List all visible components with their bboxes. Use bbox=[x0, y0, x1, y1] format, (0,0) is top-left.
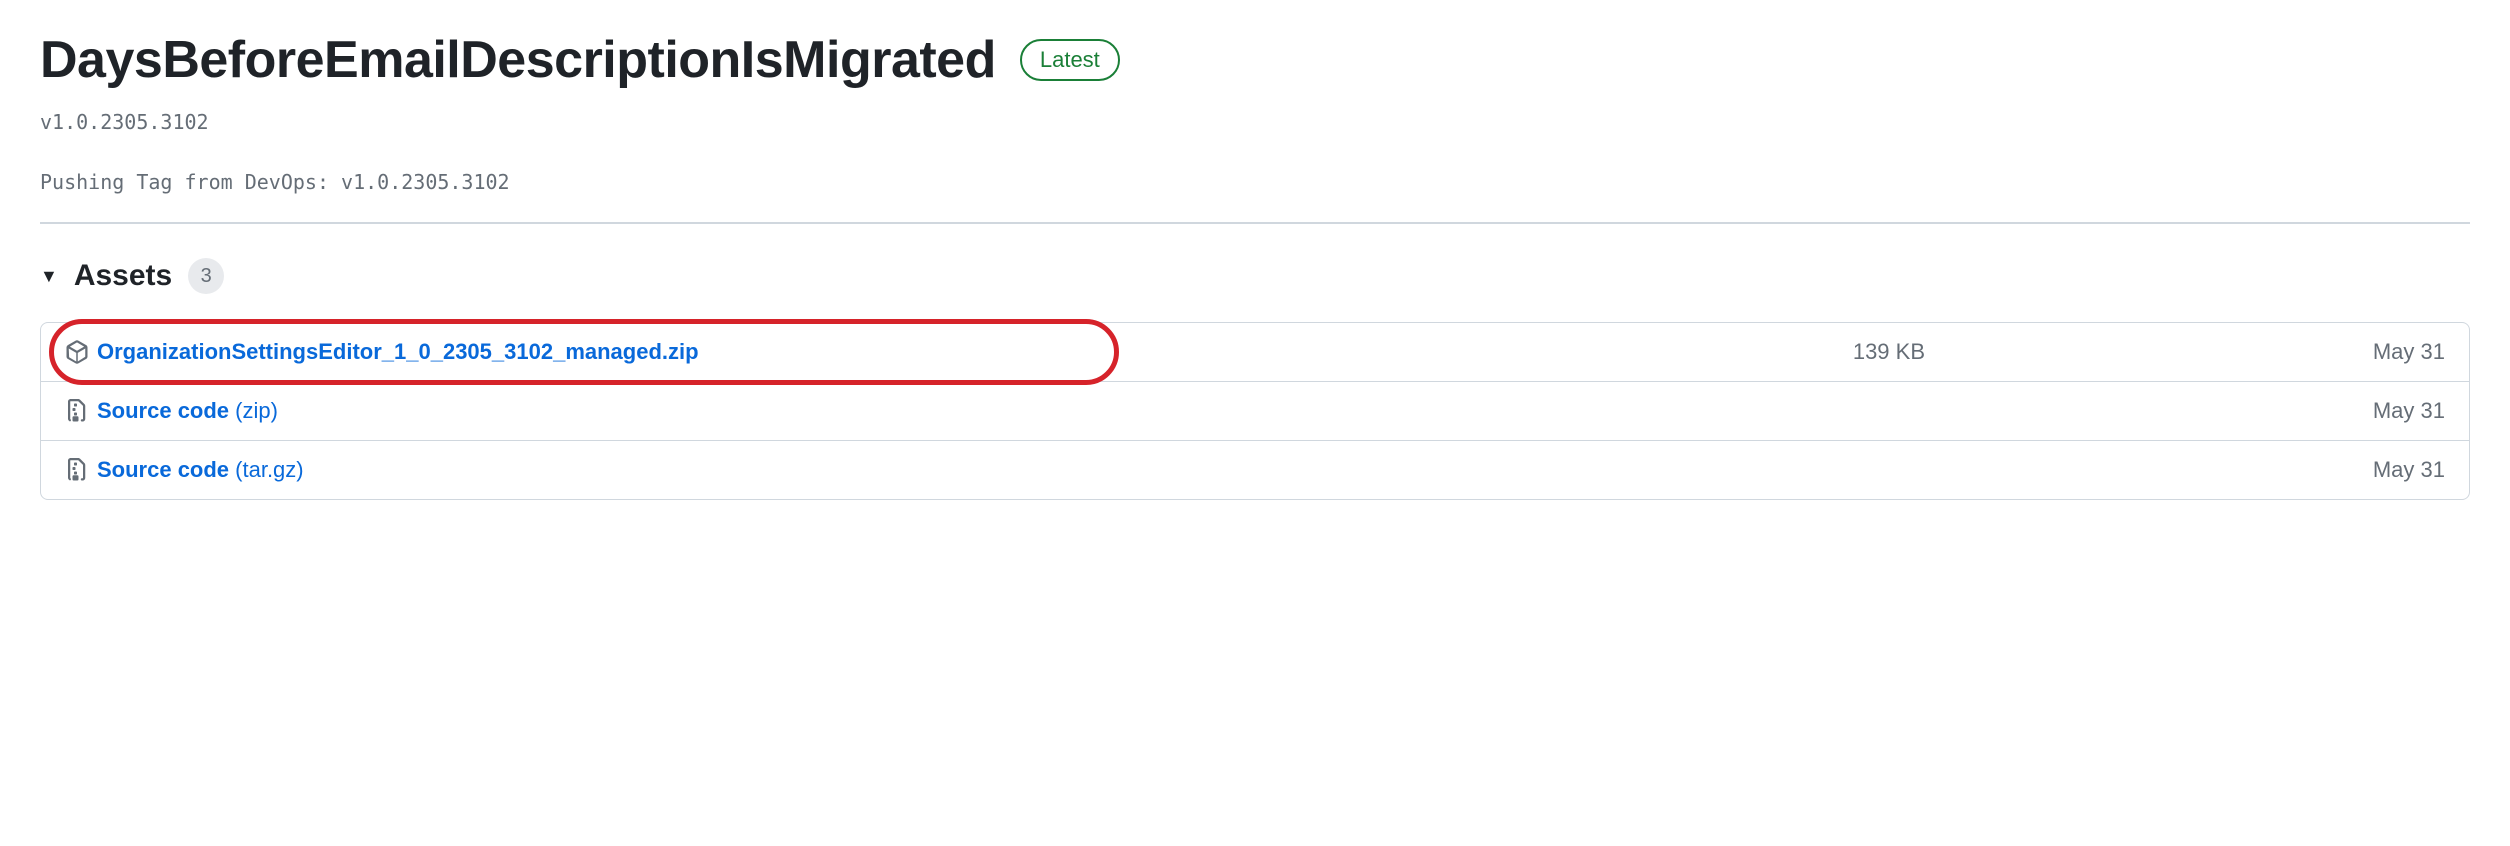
chevron-down-icon: ▼ bbox=[40, 266, 58, 287]
asset-date: May 31 bbox=[2345, 457, 2445, 483]
asset-link-wrap[interactable]: Source code (tar.gz) bbox=[65, 457, 304, 483]
release-header: DaysBeforeEmailDescriptionIsMigrated Lat… bbox=[40, 30, 2470, 90]
asset-row: OrganizationSettingsEditor_1_0_2305_3102… bbox=[41, 323, 2469, 382]
asset-size: 139 KB bbox=[1853, 339, 2345, 365]
asset-filename[interactable]: Source code (tar.gz) bbox=[97, 457, 304, 483]
file-zip-icon bbox=[65, 399, 89, 423]
asset-link-wrap[interactable]: Source code (zip) bbox=[65, 398, 278, 424]
file-zip-icon bbox=[65, 458, 89, 482]
asset-filename[interactable]: Source code (zip) bbox=[97, 398, 278, 424]
asset-date: May 31 bbox=[2345, 339, 2445, 365]
assets-heading: Assets bbox=[74, 259, 172, 293]
asset-link-wrap[interactable]: OrganizationSettingsEditor_1_0_2305_3102… bbox=[65, 339, 699, 365]
assets-count-badge: 3 bbox=[188, 258, 224, 294]
release-description: Pushing Tag from DevOps: v1.0.2305.3102 bbox=[40, 170, 2470, 194]
latest-badge: Latest bbox=[1020, 39, 1120, 82]
asset-row: Source code (zip) May 31 bbox=[41, 382, 2469, 441]
asset-date: May 31 bbox=[2345, 398, 2445, 424]
divider bbox=[40, 222, 2470, 224]
package-icon bbox=[65, 340, 89, 364]
asset-row: Source code (tar.gz) May 31 bbox=[41, 441, 2469, 499]
asset-filename[interactable]: OrganizationSettingsEditor_1_0_2305_3102… bbox=[97, 339, 699, 365]
release-version: v1.0.2305.3102 bbox=[40, 110, 2470, 134]
assets-header[interactable]: ▼ Assets 3 bbox=[40, 258, 2470, 294]
assets-list: OrganizationSettingsEditor_1_0_2305_3102… bbox=[40, 322, 2470, 500]
release-title: DaysBeforeEmailDescriptionIsMigrated bbox=[40, 30, 996, 90]
